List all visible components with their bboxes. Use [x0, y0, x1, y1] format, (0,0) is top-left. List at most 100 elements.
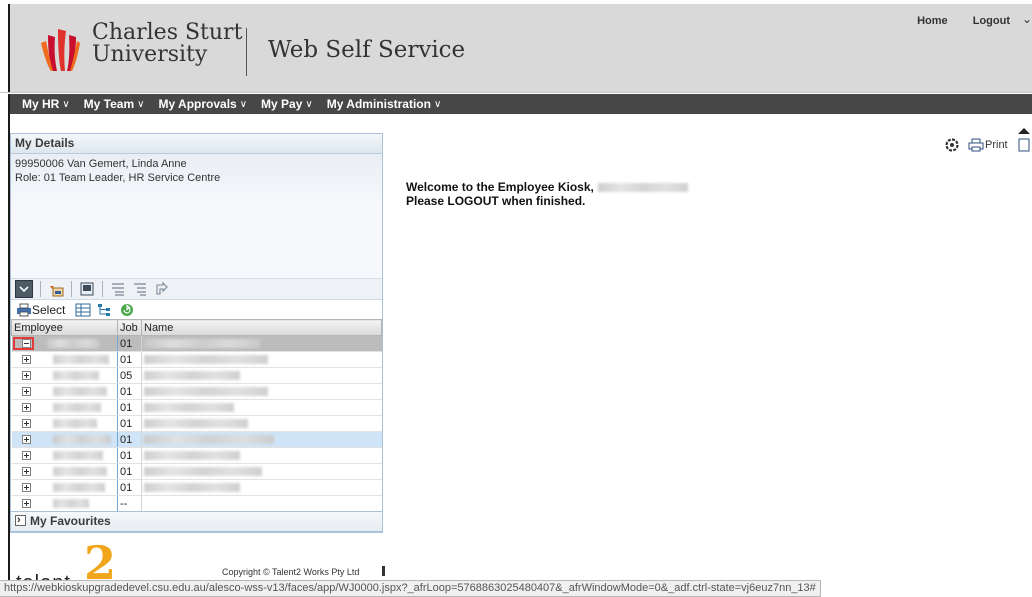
table-row[interactable]: 01 — [11, 479, 382, 496]
table-row[interactable]: 01 — [11, 415, 382, 432]
job-cell: 01 — [117, 399, 142, 416]
my-favourites-panel[interactable]: My Favourites — [10, 511, 383, 532]
expand-all-icon[interactable] — [110, 281, 126, 297]
redacted-name — [597, 183, 688, 193]
print-label[interactable]: Print — [985, 139, 1008, 151]
main-menu: My HR ∨ My Team ∨ My Approvals ∨ My Pay ∨ My… — [8, 94, 1032, 114]
printer-select-icon — [17, 303, 31, 316]
menu-label: My Pay — [261, 97, 303, 111]
page-icon[interactable] — [1018, 138, 1030, 152]
column-employee[interactable]: Employee — [11, 319, 118, 336]
logout-link[interactable]: Logout — [973, 15, 1010, 27]
details-section: 99950006 Van Gemert, Linda Anne Role: 01… — [11, 154, 382, 278]
job-cell: -- — [117, 495, 142, 512]
scroll-to-first-icon[interactable] — [154, 281, 170, 297]
hierarchy-view-icon[interactable] — [97, 302, 113, 318]
table-view-icon[interactable] — [75, 302, 91, 318]
menu-my-pay[interactable]: My Pay ∨ — [261, 97, 313, 111]
employee-role: Role: 01 Team Leader, HR Service Centre — [15, 172, 221, 184]
hierarchy-toolbar — [11, 278, 382, 300]
logo-divider — [246, 28, 247, 76]
copyright-text: Copyright © Talent2 Works Pty Ltd — [222, 567, 360, 577]
collapse-all-icon[interactable] — [132, 281, 148, 297]
table-row[interactable]: 01 — [11, 447, 382, 464]
table-row[interactable]: 01 — [11, 351, 382, 368]
my-details-panel: My Details 99950006 Van Gemert, Linda An… — [10, 133, 383, 533]
home-link[interactable]: Home — [917, 15, 948, 27]
menu-my-administration[interactable]: My Administration ∨ — [327, 97, 442, 111]
column-name[interactable]: Name — [141, 319, 382, 336]
expand-icon[interactable] — [21, 403, 31, 413]
panel-title[interactable]: My Details — [11, 134, 382, 154]
page-tools: Print — [944, 137, 1030, 153]
chevron-down-icon[interactable]: ⌄ — [1022, 12, 1032, 26]
expand-icon[interactable] — [21, 467, 31, 477]
select-button[interactable]: Select — [16, 303, 65, 317]
job-cell: 01 — [117, 479, 142, 496]
employee-table: Employee Job Name 01 01 05 01 01 01 01 0… — [11, 319, 382, 528]
table-row[interactable]: 05 — [11, 367, 382, 384]
expand-icon[interactable] — [21, 451, 31, 461]
menu-my-hr[interactable]: My HR ∨ — [22, 97, 70, 111]
select-label: Select — [32, 302, 66, 317]
go-up-icon[interactable] — [48, 281, 64, 297]
expand-icon[interactable] — [21, 483, 31, 493]
status-bar-url: https://webkioskupgradedevel.csu.edu.au/… — [0, 580, 821, 597]
printer-icon[interactable] — [968, 138, 984, 152]
menu-label: My Team — [83, 97, 135, 111]
table-row[interactable]: 01 — [11, 399, 382, 416]
job-cell: 01 — [117, 447, 142, 464]
detach-icon[interactable] — [79, 281, 95, 297]
column-job[interactable]: Job — [117, 319, 142, 336]
chevron-down-icon: ∨ — [433, 98, 442, 110]
job-cell: 01 — [117, 351, 142, 368]
expand-favourites-icon[interactable] — [15, 511, 26, 530]
top-links: Home Logout — [895, 15, 1010, 27]
toolbar-separator — [40, 281, 41, 297]
table-header-row: Employee Job Name — [11, 319, 382, 336]
menu-my-approvals[interactable]: My Approvals ∨ — [158, 97, 247, 111]
table-row[interactable]: 01 — [11, 335, 382, 352]
menu-my-team[interactable]: My Team ∨ — [84, 97, 145, 111]
dropdown-icon[interactable] — [15, 280, 33, 298]
header-bar: Charles Sturt University Web Self Servic… — [8, 4, 1032, 92]
toolbar-separator — [102, 281, 103, 297]
chevron-down-icon: ∨ — [239, 98, 248, 110]
footer-marker — [382, 566, 385, 576]
header: Charles Sturt University Web Self Servic… — [0, 0, 1032, 93]
table-row[interactable]: -- — [11, 495, 382, 512]
employee-grid: Employee Job Name 01 01 05 01 01 01 01 0… — [11, 319, 382, 528]
toolbar-separator — [71, 281, 72, 297]
settings-icon[interactable] — [944, 137, 960, 153]
university-name: Charles Sturt University — [92, 22, 242, 66]
favourites-title: My Favourites — [30, 514, 111, 528]
app-title: Web Self Service — [268, 37, 466, 63]
menu-label: My HR — [22, 97, 60, 111]
job-cell: 01 — [117, 415, 142, 432]
expand-icon[interactable] — [21, 499, 31, 509]
job-cell: 01 — [117, 463, 142, 480]
table-row[interactable]: 01 — [11, 383, 382, 400]
employee-id-name: 99950006 Van Gemert, Linda Anne — [15, 158, 187, 170]
grid-toolbar: Select — [11, 300, 382, 319]
university-logo-icon — [41, 29, 80, 71]
menu-label: My Approvals — [158, 97, 237, 111]
table-row[interactable]: 01 — [11, 463, 382, 480]
chevron-down-icon: ∨ — [305, 98, 313, 110]
expand-icon[interactable] — [21, 387, 31, 397]
refresh-icon[interactable] — [119, 302, 135, 318]
welcome-line-2: Please LOGOUT when finished. — [406, 194, 586, 208]
expand-icon[interactable] — [21, 355, 31, 365]
job-cell: 01 — [117, 335, 142, 352]
job-cell: 05 — [117, 367, 142, 384]
expand-icon[interactable] — [21, 371, 31, 381]
expand-icon[interactable] — [21, 419, 31, 429]
welcome-line-1: Welcome to the Employee Kiosk, — [406, 180, 594, 194]
expand-icon[interactable] — [21, 435, 31, 445]
table-row-selected[interactable]: 01 — [11, 431, 382, 448]
job-cell: 01 — [117, 383, 142, 400]
chevron-down-icon: ∨ — [137, 98, 145, 110]
menu-label: My Administration — [326, 97, 431, 111]
logo-line-1: Charles Sturt — [92, 20, 243, 45]
scroll-up-icon[interactable] — [1016, 127, 1032, 135]
